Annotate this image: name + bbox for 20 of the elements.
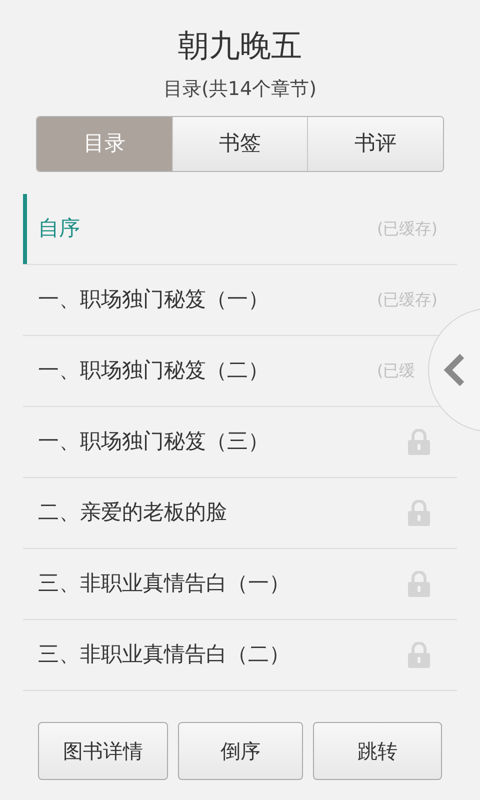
chevron-left-icon [443, 353, 467, 387]
chapter-title[interactable]: 三、非职业真情告白（一） [38, 568, 290, 600]
chapter-title[interactable]: 一、职场独门秘笈（三） [38, 426, 269, 458]
lock-icon [408, 571, 430, 597]
chapter-count: 目录(共14个章节) [163, 77, 316, 102]
action-button[interactable]: 跳转 [313, 722, 442, 780]
lock-icon [408, 500, 430, 526]
lock-icon [408, 429, 430, 455]
chapter-title[interactable]: 一、职场独门秘笈（一） [38, 284, 269, 316]
chapter-title[interactable]: 自序 [38, 213, 80, 245]
tab[interactable]: 书签 [172, 117, 308, 171]
chapter-title[interactable]: 一、职场独门秘笈（二） [38, 355, 269, 387]
tab[interactable]: 书评 [307, 117, 443, 171]
lock-icon [408, 642, 430, 668]
action-button[interactable]: 图书详情 [38, 722, 168, 780]
chapter-title[interactable]: 二、亲爱的老板的脸 [38, 497, 227, 529]
book-title: 朝九晚五 [178, 27, 302, 66]
action-button[interactable]: 倒序 [178, 722, 303, 780]
chapter-title[interactable]: 三、非职业真情告白（二） [38, 639, 290, 671]
selection-bar [23, 194, 27, 264]
